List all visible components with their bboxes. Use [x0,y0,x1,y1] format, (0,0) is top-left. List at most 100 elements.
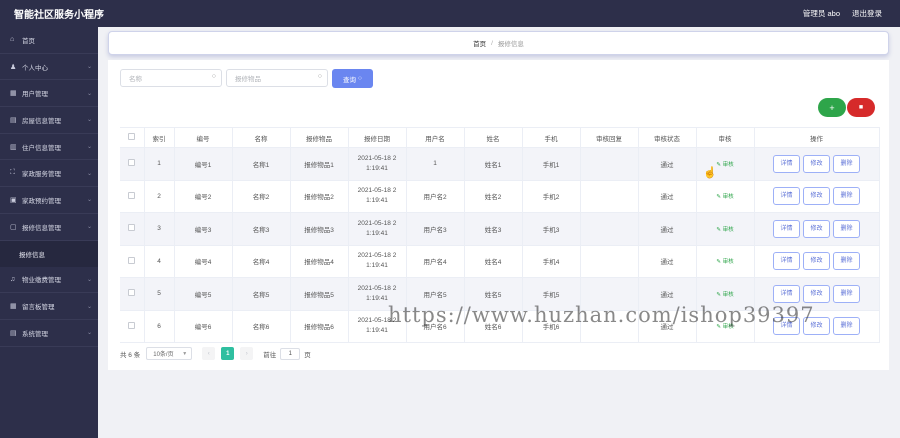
delete-button[interactable]: 删除 [833,154,860,173]
breadcrumb: 首页 / 报修信息 [108,31,889,55]
detail-button[interactable]: 详情 [773,252,800,271]
date-line-2: 1:19:41 [366,327,388,335]
column-header: 名称 [232,127,291,148]
sidebar-item[interactable]: ▥ 住户信息管理 ⌄ [0,134,98,161]
sidebar-item[interactable]: ▣ 家政预约管理 ⌄ [0,187,98,214]
row-checkbox[interactable] [128,321,136,329]
item-search-input[interactable]: 报修物品 ○ [226,69,328,87]
name-search-input[interactable]: 名称 ○ [120,69,222,87]
edit-button[interactable]: 修改 [803,187,830,206]
detail-button[interactable]: 详情 [773,317,800,336]
sidebar-item[interactable]: ▤ 房屋信息管理 ⌄ [0,107,98,134]
row-select-cell [120,245,145,278]
audit-link[interactable]: ✎ 审核 [716,162,733,168]
cell-index: 6 [144,310,175,343]
row-checkbox[interactable] [128,289,136,297]
cell-item: 报修物品6 [290,310,349,343]
detail-button[interactable]: 详情 [773,154,800,173]
page-1-button[interactable]: 1 [221,347,235,360]
sidebar-item-label: 个人中心 [22,64,48,72]
cell-name: 名称2 [232,180,291,213]
audit-link[interactable]: ✎ 审核 [716,292,733,298]
audit-link[interactable]: ✎ 审核 [716,194,733,200]
delete-button[interactable]: 删除 [833,284,860,303]
row-checkbox[interactable] [128,191,136,199]
delete-button[interactable]: 删除 [833,187,860,206]
cell-item: 报修物品5 [290,277,349,311]
delete-button[interactable]: 删除 [833,219,860,238]
page-suffix: 页 [304,351,311,359]
table-row: 1 编号1 名称1 报修物品1 2021-05-18 2 1:19:41 1 姓名1 手机1 通过… [120,147,880,181]
sidebar-item[interactable]: ▢ 报修信息管理 ⌄ [0,214,98,241]
main-content: 名称 ○ 报修物品 ○ 查询 ○ + ■ 索引 编号 名称 报修物品 报修日期 用户名 姓名… [108,60,889,370]
column-header: 审核 [696,127,755,148]
date-line-1: 2021-05-18 2 [357,317,397,325]
chevron-down-icon: ⌄ [86,117,92,124]
sidebar-item[interactable]: ⌂ 首页 [0,27,98,54]
audit-link[interactable]: ✎ 审核 [716,259,733,265]
column-header: 姓名 [464,127,523,148]
sidebar-item[interactable]: ⛶ 家政服务管理 ⌄ [0,160,98,188]
edit-button[interactable]: 修改 [803,154,830,173]
cell-date: 2021-05-18 2 1:19:41 [348,310,407,343]
calendar-icon: ▣ [10,196,17,204]
plus-icon: + [829,102,835,113]
audit-label: 审核 [722,161,734,168]
prev-page-button[interactable]: ‹ [202,347,216,360]
search-icon: ○ [317,73,322,80]
sidebar-item[interactable]: ▤ 系统管理 ⌄ [0,320,98,347]
cell-name: 名称4 [232,245,291,278]
row-checkbox[interactable] [128,224,136,232]
edit-button[interactable]: 修改 [803,219,830,238]
next-page-button[interactable]: › [240,347,254,360]
date-line-1: 2021-05-18 2 [357,219,397,227]
audit-label: 审核 [722,324,734,331]
goto-page-input[interactable]: 1 [280,347,301,360]
batch-delete-button[interactable]: ■ [847,98,875,117]
cell-index: 1 [144,147,175,181]
delete-button[interactable]: 删除 [833,317,860,336]
sidebar-item[interactable]: ♟ 个人中心 ⌄ [0,54,98,81]
logout-link[interactable]: 退出登录 [852,8,882,19]
cell-actions: 详情 修改 删除 [754,147,880,181]
name-search-placeholder: 名称 [129,76,142,83]
chevron-down-icon: ⌄ [86,303,92,310]
cell-audit: ✎ 审核 [696,277,755,311]
add-button[interactable]: + [818,98,846,117]
sidebar-item[interactable]: ♫ 物业缴费管理 ⌄ [0,267,98,294]
column-header: 编号 [174,127,233,148]
audit-link[interactable]: ✎ 审核 [716,324,733,330]
cell-realname: 姓名2 [464,180,523,213]
cell-code: 编号4 [174,245,233,278]
checkbox[interactable] [128,133,136,140]
page-size-select[interactable]: 10条/页 ▼ [146,347,193,360]
date-line-1: 2021-05-18 2 [357,252,397,260]
audit-link[interactable]: ✎ 审核 [716,227,733,233]
column-header: 审核状态 [638,127,697,148]
edit-button[interactable]: 修改 [803,284,830,303]
sidebar-item[interactable]: ▦ 留言板管理 ⌄ [0,293,98,320]
user-label[interactable]: 管理员 abo [803,8,840,19]
query-button[interactable]: 查询 ○ [332,69,373,88]
cell-actions: 详情 修改 删除 [754,277,880,311]
cell-status: 通过 [638,245,697,278]
sidebar-subitem-repair-info[interactable]: 报修信息 [0,240,98,267]
audit-label: 审核 [722,194,734,201]
edit-button[interactable]: 修改 [803,317,830,336]
edit-button[interactable]: 修改 [803,252,830,271]
goto-label: 前往 [263,351,277,359]
date-line-1: 2021-05-18 2 [357,154,397,162]
delete-button[interactable]: 删除 [833,252,860,271]
cell-date: 2021-05-18 2 1:19:41 [348,147,407,181]
column-header: 审核回复 [580,127,639,148]
sidebar-item[interactable]: ▦ 用户管理 ⌄ [0,80,98,108]
cell-audit: ✎ 审核 [696,310,755,343]
select-all-checkbox[interactable] [120,127,145,148]
detail-button[interactable]: 详情 [773,284,800,303]
detail-button[interactable]: 详情 [773,219,800,238]
chevron-down-icon: ▼ [182,350,188,357]
detail-button[interactable]: 详情 [773,187,800,206]
row-checkbox[interactable] [128,159,136,167]
breadcrumb-home[interactable]: 首页 [473,38,486,48]
row-checkbox[interactable] [128,256,136,264]
